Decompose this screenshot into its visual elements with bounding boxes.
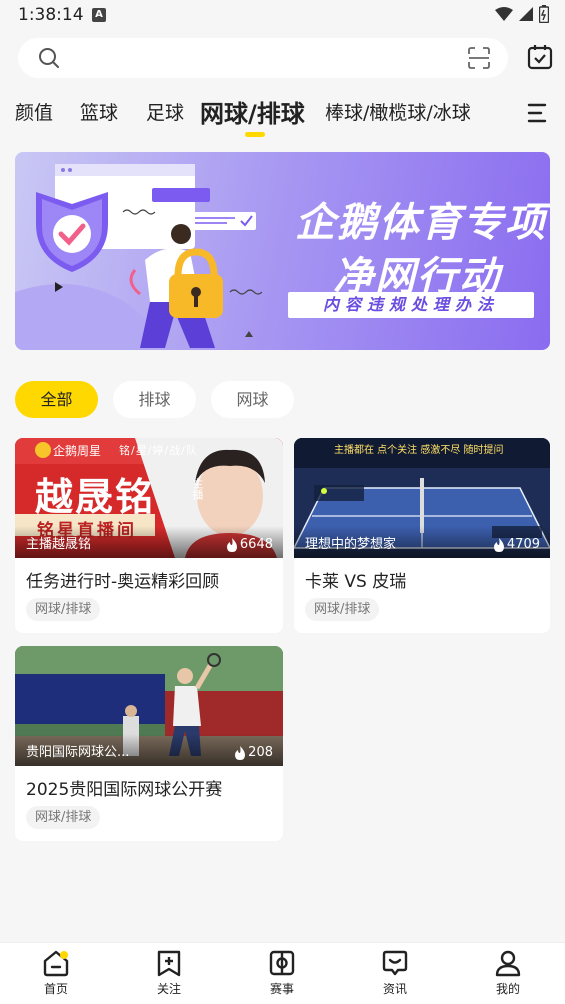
nav-home[interactable]: 首页 (26, 949, 86, 997)
card-tag[interactable]: 网球/排球 (26, 598, 101, 621)
profile-icon (495, 950, 521, 977)
status-bar: 1:38:14 A (0, 0, 565, 30)
filter-chip-all[interactable]: 全部 (15, 381, 98, 418)
heat-count: 4709 (493, 537, 540, 552)
active-tab-indicator (245, 132, 265, 137)
thumb-side-label: 主播 (191, 478, 204, 500)
calendar-icon[interactable] (527, 44, 553, 70)
nav-match[interactable]: 赛事 (252, 949, 312, 997)
heat-count-value: 4709 (506, 537, 540, 552)
search-icon (39, 48, 59, 68)
filter-chip-tennis[interactable]: 网球 (211, 381, 294, 418)
streamer-name: 贵阳国际网球公... (26, 745, 130, 760)
tab-football[interactable]: 足球 (146, 98, 184, 125)
wifi-icon (495, 7, 513, 21)
tab-tennis-volleyball[interactable]: 网球/排球 (200, 94, 305, 129)
card-title: 2025贵阳国际网球公开赛 (26, 780, 223, 800)
thumb-big-name: 越晟铭 (35, 475, 156, 519)
nav-label: 我的 (495, 982, 520, 996)
scan-icon[interactable] (468, 47, 490, 69)
signal-icon (519, 7, 533, 21)
heat-count-value: 208 (248, 745, 273, 760)
nav-label: 资讯 (382, 982, 407, 996)
card-title: 任务进行时-奥运精彩回顾 (26, 572, 220, 592)
tab-baseball-rugby-hockey[interactable]: 棒球/橄榄球/冰球 (325, 98, 471, 125)
news-icon (382, 950, 408, 976)
menu-icon[interactable] (527, 102, 547, 124)
home-icon (43, 950, 69, 977)
nav-label: 关注 (156, 982, 181, 996)
promo-banner[interactable]: 企鹅体育专项 净网行动 内容违规处理办法 (15, 152, 550, 350)
search-row (0, 38, 565, 80)
streamer-name: 理想中的梦想家 (305, 537, 397, 552)
category-tabs: 颜值 篮球 足球 网球/排球 棒球/橄榄球/冰球 (0, 94, 565, 142)
live-card[interactable]: 贵阳国际网球公... 208 2025贵阳国际网球公开赛 网球/排球 (15, 646, 283, 841)
heat-count: 208 (234, 745, 273, 760)
flame-icon (226, 537, 237, 552)
thumb-badge: 企鹅周星 (53, 444, 102, 458)
nav-follow[interactable]: 关注 (139, 949, 199, 997)
match-icon (269, 950, 295, 976)
nav-label: 赛事 (269, 982, 294, 996)
streamer-name: 主播越晟铭 (26, 537, 92, 552)
battery-icon (539, 5, 549, 23)
tab-yanzhi[interactable]: 颜值 (15, 98, 53, 125)
thumb-top-strip: 铭/星/婷/战/队 (119, 444, 198, 457)
nav-label: 首页 (43, 982, 68, 996)
nav-profile[interactable]: 我的 (478, 949, 538, 997)
card-tag[interactable]: 网球/排球 (26, 806, 101, 829)
tab-basketball[interactable]: 篮球 (80, 98, 118, 125)
card-tag[interactable]: 网球/排球 (305, 598, 380, 621)
heat-count: 6648 (226, 537, 273, 552)
heat-count-value: 6648 (239, 537, 273, 552)
status-time: 1:38:14 (18, 5, 84, 25)
search-input[interactable] (18, 38, 508, 78)
tab-fade (490, 94, 520, 134)
status-icons (495, 5, 549, 23)
filter-chip-volleyball[interactable]: 排球 (113, 381, 196, 418)
card-thumbnail: 主播都在 点个关注 感激不尽 随时提问 理想中的梦想家 4709 (294, 438, 550, 558)
thumb-banner: 主播都在 点个关注 感激不尽 随时提问 (334, 445, 504, 456)
flame-icon (493, 537, 504, 552)
flame-icon (235, 745, 246, 760)
notification-icon: A (92, 8, 106, 22)
live-card[interactable]: 主播都在 点个关注 感激不尽 随时提问 理想中的梦想家 4709 卡莱 VS 皮… (294, 438, 550, 633)
banner-subtitle: 内容违规处理办法 (288, 292, 534, 318)
live-card[interactable]: 企鹅周星 铭/星/婷/战/队 越晟铭 主播 铭星直播间 主播越晟铭 6648 任… (15, 438, 283, 633)
card-thumbnail: 企鹅周星 铭/星/婷/战/队 越晟铭 主播 铭星直播间 主播越晟铭 6648 (15, 438, 283, 558)
nav-news[interactable]: 资讯 (365, 949, 425, 997)
banner-title-line1: 企鹅体育专项 (295, 200, 547, 246)
card-title: 卡莱 VS 皮瑞 (305, 572, 407, 592)
follow-icon (157, 950, 181, 977)
card-thumbnail: 贵阳国际网球公... 208 (15, 646, 283, 766)
bottom-nav: 首页 关注 赛事 资讯 我的 (0, 942, 565, 1004)
banner-illustration (15, 164, 263, 350)
